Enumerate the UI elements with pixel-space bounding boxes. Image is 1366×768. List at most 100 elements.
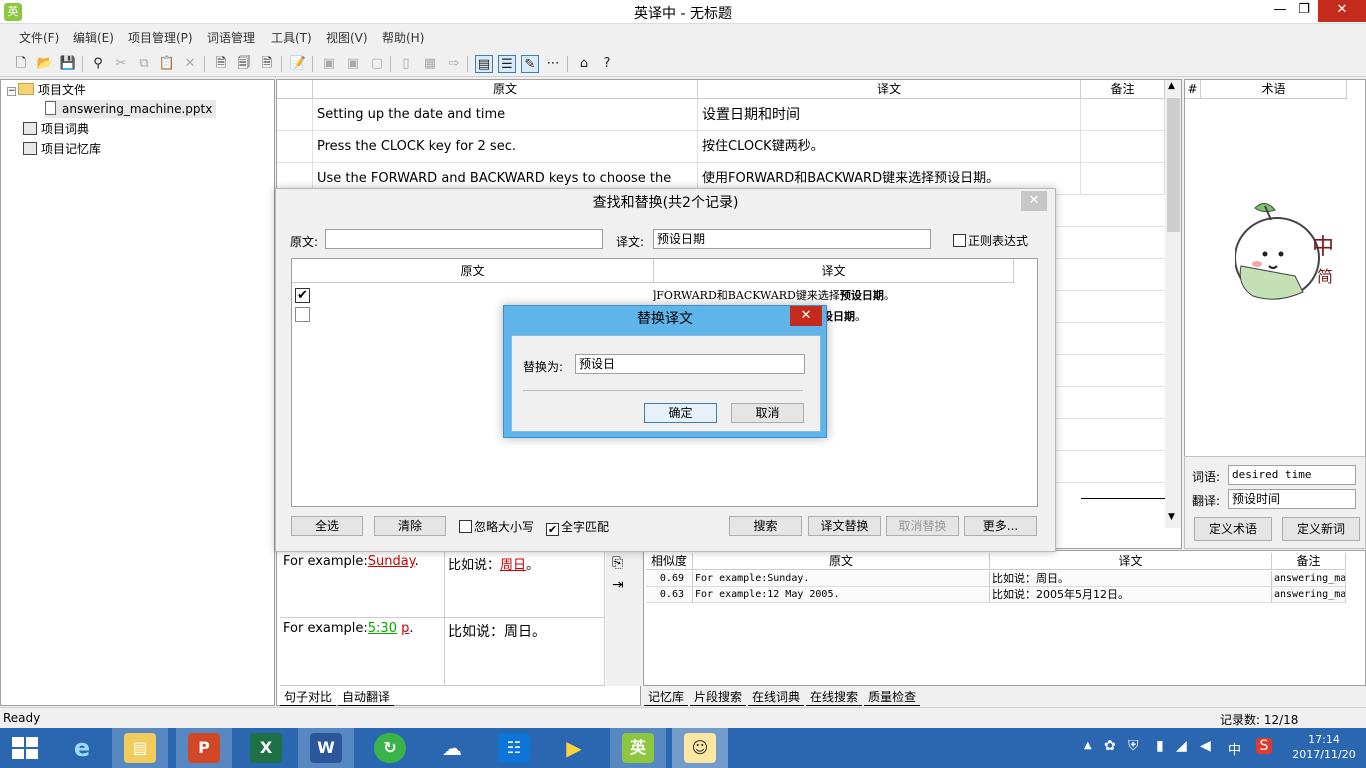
taskbar-baidu-cloud[interactable]: ☁	[424, 728, 480, 768]
word-input[interactable]: desired time	[1228, 465, 1356, 485]
split-icon[interactable]: ▯	[397, 55, 415, 73]
copy-icon[interactable]: ⧉	[135, 55, 153, 73]
memory-icon-2[interactable]: ▣	[344, 55, 362, 73]
export-icon[interactable]: ⇨	[445, 55, 463, 73]
start-button[interactable]	[0, 728, 56, 768]
home-icon[interactable]: ⌂	[575, 55, 593, 73]
grid-row[interactable]: Setting up the date and time 设置日期和时间	[277, 99, 1167, 131]
menu-file[interactable]: 文件(F)	[19, 29, 59, 46]
grid-header-note[interactable]: 备注	[1081, 80, 1165, 99]
add-file-icon[interactable]: 🗎	[212, 55, 230, 73]
tab-fragment-search[interactable]: 片段搜索	[690, 688, 747, 706]
ignore-case-checkbox[interactable]: 忽略大小写	[459, 518, 534, 535]
qq-icon[interactable]: ✿	[1104, 738, 1116, 754]
whole-word-checkbox[interactable]: ✔ 全字匹配	[546, 518, 609, 536]
memory-header-source[interactable]: 原文	[693, 553, 990, 570]
collapse-icon[interactable]: −	[7, 87, 16, 96]
cancel-button[interactable]: 取消	[731, 403, 804, 423]
compare-target-1[interactable]: 比如说：周日。	[445, 551, 605, 618]
clear-button[interactable]: 清除	[374, 516, 446, 536]
cut-icon[interactable]: ✂	[112, 55, 130, 73]
menu-project[interactable]: 项目管理(P)	[128, 29, 193, 46]
replace-close-button[interactable]: ✕	[790, 306, 822, 326]
tab-online-search[interactable]: 在线搜索	[806, 688, 863, 706]
memory-header-target[interactable]: 译文	[990, 553, 1272, 570]
memory-header-note[interactable]: 备注	[1272, 553, 1346, 570]
compare-target-2[interactable]: 比如说：周日。	[445, 618, 605, 686]
checkbox-box[interactable]	[953, 234, 966, 247]
grid-scrollbar[interactable]: ▲ ▼	[1165, 80, 1181, 528]
scroll-up-icon[interactable]: ▲	[1168, 81, 1175, 91]
memory-header-score[interactable]: 相似度	[646, 553, 693, 570]
result-target-2[interactable]: 设日期。	[822, 308, 866, 324]
memory-note[interactable]: answering_ma	[1272, 587, 1346, 603]
result-row[interactable]	[295, 307, 312, 323]
row-note[interactable]	[1081, 163, 1165, 195]
define-new-word-button[interactable]: 定义新词	[1282, 517, 1360, 541]
scroll-thumb[interactable]	[1167, 98, 1180, 232]
new-file-icon[interactable]: 🗋	[12, 55, 30, 73]
row-target[interactable]: 按住CLOCK键两秒。	[698, 131, 1081, 163]
menu-help[interactable]: 帮助(H)	[382, 29, 424, 46]
scroll-down-icon[interactable]: ▼	[1168, 512, 1175, 522]
tab-auto-translate[interactable]: 自动翻译	[338, 688, 395, 706]
copy-to-target-icon[interactable]: ⎘	[612, 555, 623, 571]
results-header-source[interactable]: 原文	[292, 259, 654, 283]
grid-header-target[interactable]: 译文	[698, 80, 1081, 99]
paste-icon[interactable]: 📋	[158, 55, 176, 73]
dialog-close-button[interactable]: ✕	[1021, 191, 1047, 211]
ime-indicator[interactable]: 中	[1228, 739, 1241, 758]
memory-icon-1[interactable]: ▣	[320, 55, 338, 73]
open-folder-icon[interactable]: 📂	[36, 55, 54, 73]
search-button[interactable]: 搜索	[729, 516, 802, 536]
memory-note[interactable]: answering_ma	[1272, 571, 1346, 587]
row-target[interactable]: 设置日期和时间	[698, 99, 1081, 131]
taskbar-app[interactable]: ☷	[486, 728, 542, 768]
regex-checkbox[interactable]: 正则表达式	[953, 232, 1028, 249]
result-checkbox-checked[interactable]: ✔	[295, 288, 310, 303]
memory-score[interactable]: 0.69	[646, 571, 693, 587]
translation-input[interactable]: 预设时间	[1228, 489, 1356, 509]
select-all-button[interactable]: 全选	[291, 516, 363, 536]
tray-expand-icon[interactable]: ▲	[1084, 740, 1092, 751]
taskbar-explorer[interactable]: ▤	[112, 728, 168, 768]
grid-header-source[interactable]: 原文	[313, 80, 698, 99]
clock[interactable]: 17:14 2017/11/20	[1292, 732, 1356, 762]
taskbar-player[interactable]: ▶	[546, 728, 602, 768]
results-header-target[interactable]: 译文	[654, 259, 1014, 283]
menu-tools[interactable]: 工具(T)	[271, 29, 312, 46]
row-source[interactable]: Press the CLOCK key for 2 sec.	[313, 131, 698, 163]
taskbar-ie[interactable]: e	[54, 728, 110, 768]
checkbox-box[interactable]	[459, 520, 472, 533]
more-button[interactable]: 更多...	[964, 516, 1037, 536]
result-target-1[interactable]: ]FORWARD和BACKWARD键来选择预设日期。	[652, 287, 895, 303]
layout-side-icon[interactable]: ▤	[475, 55, 493, 73]
target-search-input[interactable]: 预设日期	[653, 229, 931, 249]
help-icon[interactable]: ?	[598, 55, 616, 73]
tab-memory[interactable]: 记忆库	[644, 688, 689, 706]
maximize-button[interactable]: ❐	[1290, 0, 1318, 22]
menu-edit[interactable]: 编辑(E)	[73, 29, 114, 46]
save-icon[interactable]: 💾	[59, 55, 77, 73]
memory-score[interactable]: 0.63	[646, 587, 693, 603]
replace-with-input[interactable]: 预设日	[575, 354, 805, 374]
menu-view[interactable]: 视图(V)	[326, 29, 368, 46]
tree-project-memory[interactable]: 项目记忆库	[23, 140, 101, 158]
tree-project-dict[interactable]: 项目词典	[23, 120, 89, 138]
find-binoculars-icon[interactable]: ⚲	[89, 55, 107, 73]
export-doc-icon[interactable]: 🗎	[258, 55, 276, 73]
source-search-input[interactable]	[325, 229, 603, 249]
memory-source[interactable]: For example:12 May 2005.	[693, 587, 990, 603]
checkbox-box-checked[interactable]: ✔	[546, 523, 559, 536]
merge-icon[interactable]: ▦	[421, 55, 439, 73]
layout-edit-icon[interactable]: ✎	[521, 55, 539, 73]
tab-quality-check[interactable]: 质量检查	[864, 688, 921, 706]
security-icon[interactable]: ⛨	[1128, 738, 1139, 754]
menu-terms[interactable]: 词语管理	[207, 29, 255, 46]
copy-doc-icon[interactable]: 🗐	[235, 55, 253, 73]
taskbar-word[interactable]: W	[298, 728, 354, 768]
layout-list-icon[interactable]: ☰	[498, 55, 516, 73]
define-term-button[interactable]: 定义术语	[1194, 517, 1272, 541]
layout-grid-icon[interactable]: ⋯	[544, 55, 562, 73]
result-row[interactable]: ✔	[295, 286, 312, 303]
